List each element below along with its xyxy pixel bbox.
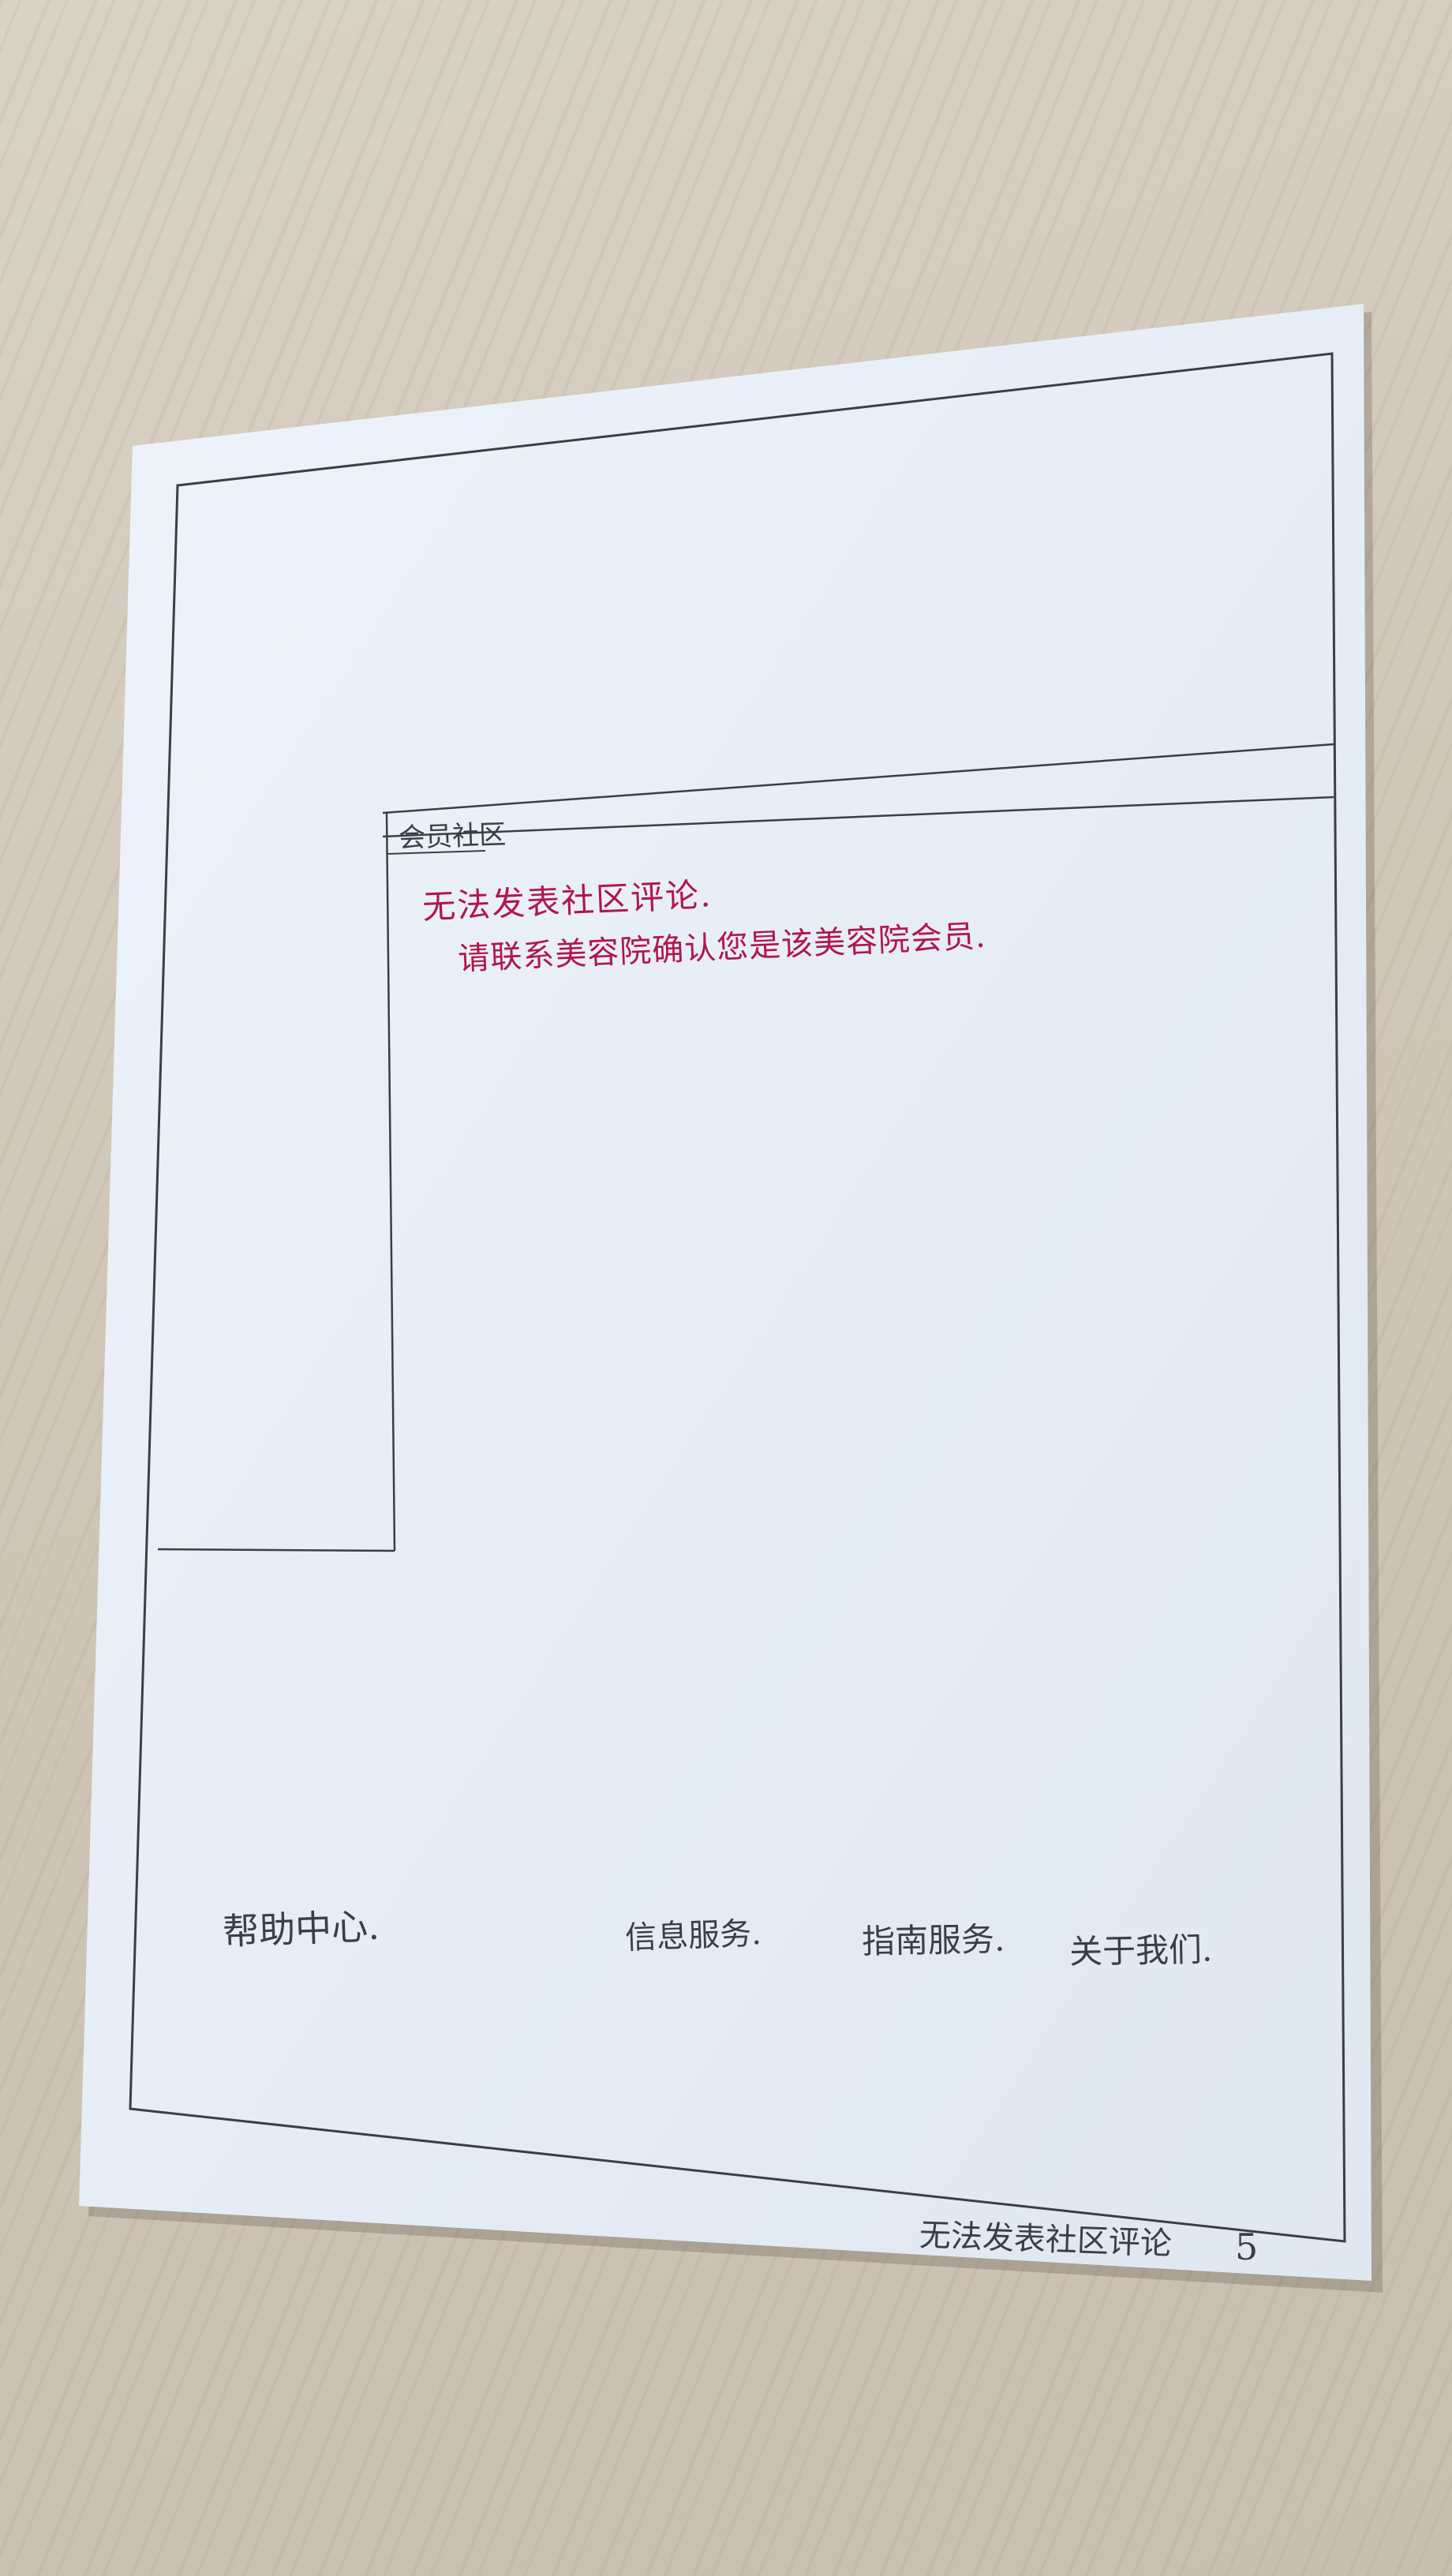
paper-sheet: [79, 304, 1372, 2281]
panel-title: 会员社区: [398, 818, 507, 855]
page-number: 5: [1235, 2226, 1259, 2268]
footer-link-guide-service[interactable]: 指南服务.: [861, 1912, 1005, 1963]
photo-scene: [79, 304, 1383, 2293]
footer-link-help-center[interactable]: 帮助中心.: [222, 1898, 380, 1956]
footer-link-about-us[interactable]: 关于我们.: [1068, 1923, 1213, 1973]
page-caption: 无法发表社区评论: [919, 2217, 1173, 2263]
footer-link-info-service[interactable]: 信息服务.: [624, 1908, 762, 1958]
